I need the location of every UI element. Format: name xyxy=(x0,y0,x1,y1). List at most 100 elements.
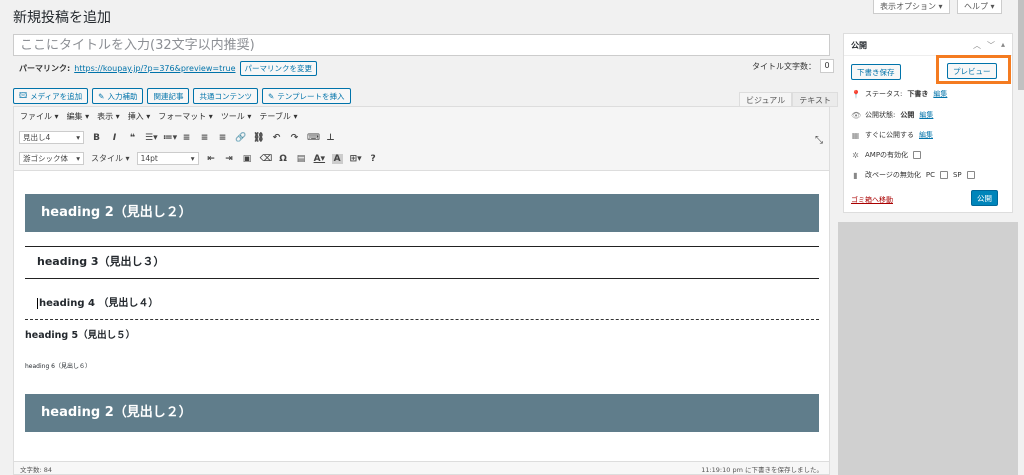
input-assist-label: 入力補助 xyxy=(107,91,138,101)
visibility-row: 👁 公開状態: 公開 編集 xyxy=(851,110,933,120)
undo-icon[interactable]: ↶ xyxy=(271,133,282,143)
schedule-label: すぐに公開する xyxy=(865,131,914,139)
add-media-label: メディアを追加 xyxy=(30,91,83,101)
heading-2[interactable]: heading 2（見出し２） xyxy=(25,194,819,232)
screen-options-button[interactable]: 表示オプション ▾ xyxy=(873,0,950,14)
add-media-button[interactable]: 🖾 メディアを追加 xyxy=(13,88,89,104)
collapse-icon[interactable]: ▴ xyxy=(1001,40,1005,49)
document-icon: ▮ xyxy=(853,170,858,180)
change-permalink-button[interactable]: パーマリンクを変更 xyxy=(239,61,317,76)
edit-status-link[interactable]: 編集 xyxy=(933,89,947,99)
menu-file[interactable]: ファイル ▾ xyxy=(20,111,59,122)
help-icon[interactable]: ? xyxy=(368,154,379,164)
style-select[interactable]: スタイル ▾ xyxy=(91,153,130,164)
align-right-icon[interactable]: ≡ xyxy=(217,133,228,143)
text-color-icon[interactable]: A▾ xyxy=(314,154,325,164)
amp-checkbox[interactable] xyxy=(913,151,922,159)
common-content-button[interactable]: 共通コンテンツ xyxy=(193,88,258,104)
status-value: 下書き xyxy=(907,90,929,98)
bg-color-icon[interactable]: A xyxy=(331,153,343,164)
menu-table[interactable]: テーブル ▾ xyxy=(259,111,297,122)
link-icon[interactable]: 🔗 xyxy=(235,133,246,143)
publish-button[interactable]: 公開 xyxy=(971,190,998,206)
stamp-icon[interactable]: ⊥ xyxy=(325,133,336,143)
help-button[interactable]: ヘルプ ▾ xyxy=(957,0,1002,14)
blockquote-icon[interactable]: ❝ xyxy=(127,133,138,143)
tab-visual[interactable]: ビジュアル xyxy=(739,92,793,107)
amp-row: ✲ AMPの有効化 xyxy=(851,150,922,160)
chevron-up-icon[interactable]: ︿ xyxy=(973,40,981,50)
block-format-select[interactable]: 見出し4 ▾ xyxy=(19,131,84,144)
permalink-label: パーマリンク: xyxy=(19,64,71,73)
menu-insert[interactable]: 挿入 ▾ xyxy=(128,111,151,122)
bullet-list-icon[interactable]: ☰▾ xyxy=(145,133,158,143)
clear-format-icon[interactable]: ⌫ xyxy=(260,154,273,164)
hr-icon[interactable]: ▤ xyxy=(296,154,307,164)
editor-toolbar: ファイル ▾ 編集 ▾ 表示 ▾ 挿入 ▾ フォーマット ▾ ツール ▾ テーブ… xyxy=(14,107,829,171)
font-size-value: 14pt xyxy=(140,154,158,163)
menu-view[interactable]: 表示 ▾ xyxy=(97,111,120,122)
visibility-label: 公開状態: xyxy=(865,111,896,119)
sidebar-background xyxy=(838,222,1024,475)
block-format-value: 見出し4 xyxy=(23,133,51,142)
media-buttons: 🖾 メディアを追加 ✎ 入力補助 関連記事 共通コンテンツ ✎ テンプレートを挿入 xyxy=(13,88,351,104)
word-count: 文字数: 84 xyxy=(20,466,53,474)
table-icon[interactable]: ⊞▾ xyxy=(350,154,362,164)
eye-icon: 👁 xyxy=(851,110,862,120)
edit-schedule-link[interactable]: 編集 xyxy=(919,130,933,140)
menu-tools[interactable]: ツール ▾ xyxy=(221,111,252,122)
save-status: 11:19:10 pm に下書きを保存しました。 xyxy=(701,466,823,474)
redo-icon[interactable]: ↷ xyxy=(289,133,300,143)
indent-icon[interactable]: ⇥ xyxy=(224,154,235,164)
heading-4-text: heading 4 （見出し４） xyxy=(39,298,159,309)
tab-text[interactable]: テキスト xyxy=(792,92,838,107)
unlink-icon[interactable]: ⛓ xyxy=(253,133,264,143)
menu-format[interactable]: フォーマット ▾ xyxy=(158,111,213,122)
pc-checkbox[interactable] xyxy=(939,171,948,179)
input-assist-button[interactable]: ✎ 入力補助 xyxy=(92,88,144,104)
title-input[interactable]: ここにタイトルを入力(32文字以内推奨) xyxy=(13,34,830,56)
align-center-icon[interactable]: ≡ xyxy=(199,133,210,143)
chevron-down-icon: ▾ xyxy=(76,133,80,142)
sp-label: SP xyxy=(952,171,962,179)
numbered-list-icon[interactable]: ≔▾ xyxy=(163,133,177,143)
insert-template-label: テンプレートを挿入 xyxy=(277,91,345,101)
font-size-select[interactable]: 14pt ▾ xyxy=(136,152,199,165)
schedule-row: ▦ すぐに公開する 編集 xyxy=(851,130,933,140)
edit-visibility-link[interactable]: 編集 xyxy=(919,110,933,120)
sp-checkbox[interactable] xyxy=(966,171,975,179)
visibility-value: 公開 xyxy=(900,111,915,119)
chevron-down-icon[interactable]: ﹀ xyxy=(987,40,995,50)
publish-box-title: 公開 xyxy=(851,41,867,50)
scrollbar-thumb[interactable] xyxy=(1018,0,1024,90)
font-family-select[interactable]: 游ゴシック体 ▾ xyxy=(19,152,84,165)
special-char-icon[interactable]: Ω xyxy=(278,154,289,164)
menu-edit[interactable]: 編集 ▾ xyxy=(67,111,90,122)
keyboard-icon[interactable]: ⌨ xyxy=(307,133,320,143)
permalink-url[interactable]: https://koupay.jp/?p=376&preview=true xyxy=(74,64,235,73)
scrollbar[interactable] xyxy=(1018,0,1024,475)
preview-button[interactable]: プレビュー xyxy=(947,63,997,79)
editor-tabs: ビジュアル テキスト xyxy=(739,92,838,107)
move-to-trash-link[interactable]: ゴミ箱へ移動 xyxy=(851,195,893,205)
heading-2-second[interactable]: heading 2（見出し２） xyxy=(25,394,819,432)
pc-label: PC xyxy=(925,171,935,179)
save-draft-button[interactable]: 下書き保存 xyxy=(851,64,901,80)
heading-6[interactable]: heading 6（見出し６） xyxy=(25,361,91,370)
italic-icon[interactable]: I xyxy=(109,133,120,143)
fullscreen-icon[interactable]: ⤡ xyxy=(815,135,823,146)
related-posts-button[interactable]: 関連記事 xyxy=(147,88,190,104)
bold-icon[interactable]: B xyxy=(91,133,102,143)
heading-4[interactable]: heading 4 （見出し４） xyxy=(25,289,819,320)
heading-3[interactable]: heading 3（見出し３） xyxy=(25,246,819,279)
insert-template-button[interactable]: ✎ テンプレートを挿入 xyxy=(261,88,351,104)
editor-content[interactable]: heading 2（見出し２） heading 3（見出し３） heading … xyxy=(14,172,829,462)
heading-5[interactable]: heading 5（見出し５） xyxy=(25,327,135,341)
toolbar-row-2: 游ゴシック体 ▾ スタイル ▾ 14pt ▾ ⇤ ⇥ ▣ ⌫ Ω ▤ A▾ A ⊞▾… xyxy=(19,152,379,165)
page-title: 新規投稿を追加 xyxy=(13,10,111,26)
editor-statusbar: 文字数: 84 11:19:10 pm に下書きを保存しました。 xyxy=(14,461,829,474)
outdent-icon[interactable]: ⇤ xyxy=(206,154,217,164)
pagebreak-label: 改ページの無効化 xyxy=(865,171,921,179)
align-left-icon[interactable]: ≡ xyxy=(181,133,192,143)
paste-text-icon[interactable]: ▣ xyxy=(242,154,253,164)
